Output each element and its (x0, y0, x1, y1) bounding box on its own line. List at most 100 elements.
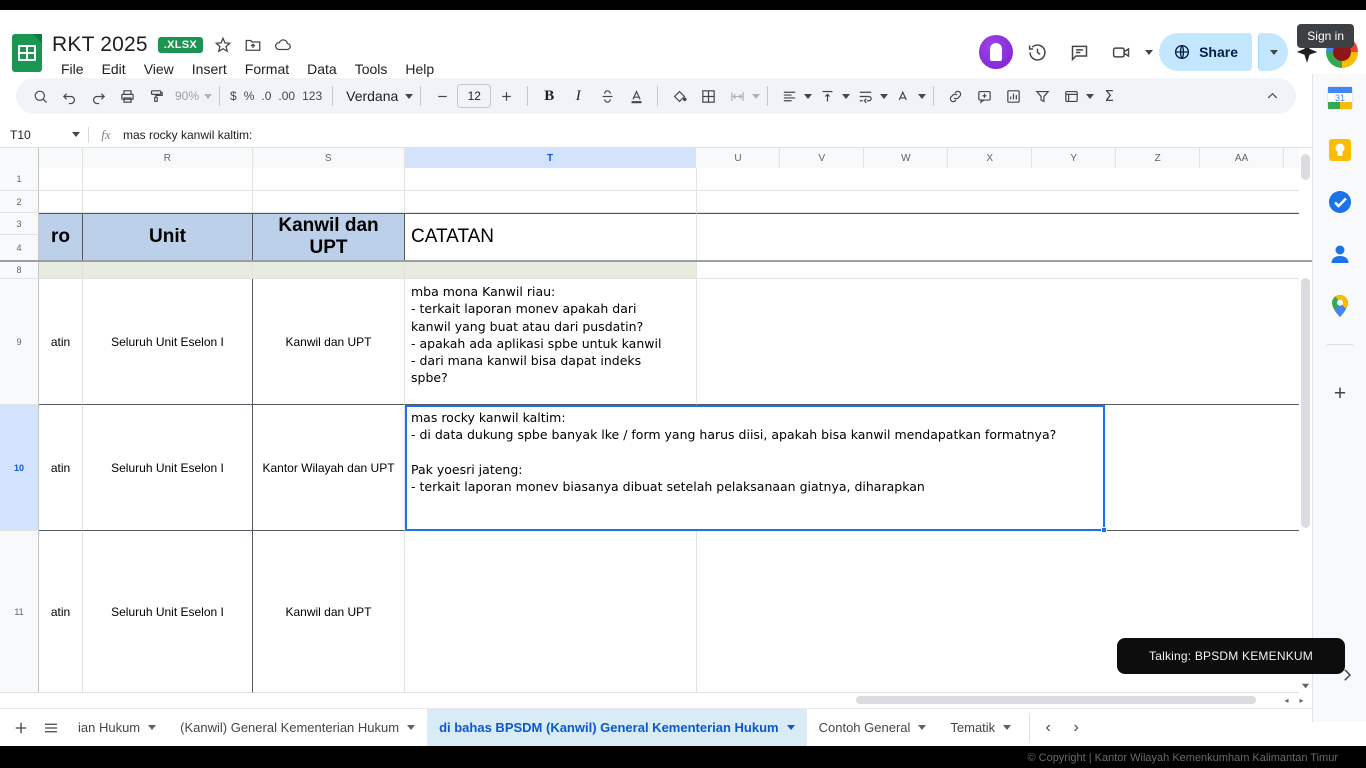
select-all-corner[interactable] (0, 148, 39, 168)
cell-Q9[interactable]: atin (39, 279, 83, 405)
decrease-decimal-button[interactable]: .0 (258, 82, 274, 110)
italic-button[interactable]: I (564, 82, 592, 110)
font-caret-icon[interactable] (405, 93, 414, 99)
cell-R2[interactable] (83, 191, 253, 213)
cell-R9[interactable]: Seluruh Unit Eselon I (83, 279, 253, 405)
horizontal-scroll-track[interactable]: ◂ ▸ (850, 694, 1310, 706)
halign-caret-icon[interactable] (804, 93, 813, 99)
percent-format-button[interactable]: % (241, 82, 258, 110)
column-header-U[interactable]: U (696, 148, 781, 168)
google-maps-icon[interactable] (1326, 292, 1354, 320)
search-icon[interactable] (26, 82, 54, 110)
cell-S10[interactable]: Kantor Wilayah dan UPT (253, 405, 405, 531)
cell-header-unit[interactable]: Unit (83, 213, 253, 261)
sheet-tab-caret-icon[interactable] (786, 725, 795, 730)
cell-header-rest[interactable] (697, 213, 1302, 261)
previous-sheet-button[interactable]: ‹ (1034, 714, 1062, 742)
sheet-tab-3[interactable]: Contoh General (807, 709, 939, 747)
insert-link-icon[interactable] (941, 82, 969, 110)
add-sheet-icon[interactable] (6, 713, 36, 743)
column-header-S[interactable]: S (252, 148, 405, 168)
sheet-tab-0[interactable]: ian Hukum (66, 709, 168, 747)
redo-icon[interactable] (84, 82, 112, 110)
column-header-W[interactable]: W (864, 148, 949, 168)
menu-tools[interactable]: Tools (346, 58, 397, 80)
cell-S1[interactable] (253, 168, 405, 191)
sheet-tab-caret-icon[interactable] (148, 725, 157, 730)
cell-T2[interactable] (405, 191, 697, 213)
sheet-tab-2-active[interactable]: di bahas BPSDM (Kanwil) General Kementer… (427, 708, 807, 747)
fill-color-icon[interactable] (665, 82, 693, 110)
cell-R8[interactable] (83, 261, 253, 279)
zoom-level[interactable]: 90% (171, 89, 203, 103)
cell-S8[interactable] (253, 261, 405, 279)
row-header-10[interactable]: 10 (0, 405, 39, 531)
insert-comment-icon[interactable] (970, 82, 998, 110)
menu-help[interactable]: Help (396, 58, 443, 80)
cell-Q11[interactable]: atin (39, 531, 83, 693)
column-header-R[interactable]: R (82, 148, 253, 168)
cell-R1[interactable] (83, 168, 253, 191)
rotation-caret-icon[interactable] (918, 93, 927, 99)
share-dropdown-button[interactable] (1258, 33, 1288, 71)
vertical-align-icon[interactable] (813, 82, 841, 110)
horizontal-scroll-thumb[interactable] (856, 696, 1256, 704)
vertical-scroll-thumb[interactable] (1301, 278, 1310, 528)
scroll-down-button[interactable] (1301, 677, 1310, 689)
cell-U1-range[interactable] (697, 168, 1302, 191)
cell-Q10[interactable]: atin (39, 405, 83, 531)
column-header-Y[interactable]: Y (1032, 148, 1117, 168)
increase-decimal-button[interactable]: .00 (275, 82, 298, 110)
star-icon[interactable] (213, 35, 233, 55)
cell-Q8[interactable] (39, 261, 83, 279)
row-header-4[interactable]: 4 (0, 235, 39, 261)
row-header-11[interactable]: 11 (0, 531, 39, 693)
version-history-icon[interactable] (1019, 34, 1055, 70)
row-header-9[interactable]: 9 (0, 279, 39, 405)
sheet-tab-caret-icon[interactable] (1003, 725, 1012, 730)
more-formats-button[interactable]: 123 (299, 82, 325, 110)
comment-icon[interactable] (1061, 34, 1097, 70)
next-sheet-button[interactable]: › (1062, 714, 1090, 742)
menu-view[interactable]: View (135, 58, 183, 80)
vertical-scroll-track[interactable] (1299, 148, 1312, 704)
cell-U9-range[interactable] (697, 279, 1302, 405)
cell-header-biro[interactable]: ro (39, 213, 83, 261)
currency-format-button[interactable]: $ (227, 82, 240, 110)
valign-caret-icon[interactable] (842, 93, 851, 99)
cell-header-catatan[interactable]: CATATAN (405, 213, 697, 261)
menu-format[interactable]: Format (236, 58, 298, 80)
cell-T8[interactable] (405, 261, 697, 279)
column-header-X[interactable]: X (948, 148, 1033, 168)
cell-T1[interactable] (405, 168, 697, 191)
filter-icon[interactable] (1028, 82, 1056, 110)
strikethrough-icon[interactable] (593, 82, 621, 110)
column-header-T[interactable]: T (404, 148, 697, 168)
cell-T9[interactable]: mba mona Kanwil riau: - terkait laporan … (405, 279, 697, 405)
column-header-AA[interactable]: AA (1200, 148, 1285, 168)
cell-R10[interactable]: Seluruh Unit Eselon I (83, 405, 253, 531)
paint-format-icon[interactable] (142, 82, 170, 110)
google-calendar-icon[interactable]: 31 (1326, 84, 1354, 112)
share-button[interactable]: Share (1159, 33, 1252, 71)
row-header-1[interactable]: 1 (0, 168, 39, 191)
font-size-input[interactable]: 12 (457, 84, 492, 108)
horizontal-align-icon[interactable] (775, 82, 803, 110)
text-color-icon[interactable] (622, 82, 650, 110)
print-icon[interactable] (113, 82, 141, 110)
video-call-icon[interactable] (1103, 34, 1139, 70)
menu-data[interactable]: Data (298, 58, 346, 80)
add-side-panel-app-button[interactable]: + (1326, 380, 1354, 408)
document-title[interactable]: RKT 2025 (52, 33, 148, 57)
font-family-selector[interactable]: Verdana (340, 88, 404, 104)
formula-input[interactable]: mas rocky kanwil kaltim: (123, 128, 1312, 142)
insert-chart-icon[interactable] (999, 82, 1027, 110)
menu-file[interactable]: File (52, 58, 93, 80)
google-keep-icon[interactable] (1326, 136, 1354, 164)
name-box[interactable]: T10 (0, 122, 88, 148)
row-header-2[interactable]: 2 (0, 191, 39, 213)
cell-Q2[interactable] (39, 191, 83, 213)
functions-caret-icon[interactable] (1086, 93, 1095, 99)
borders-icon[interactable] (694, 82, 722, 110)
merge-caret-icon[interactable] (752, 93, 761, 99)
